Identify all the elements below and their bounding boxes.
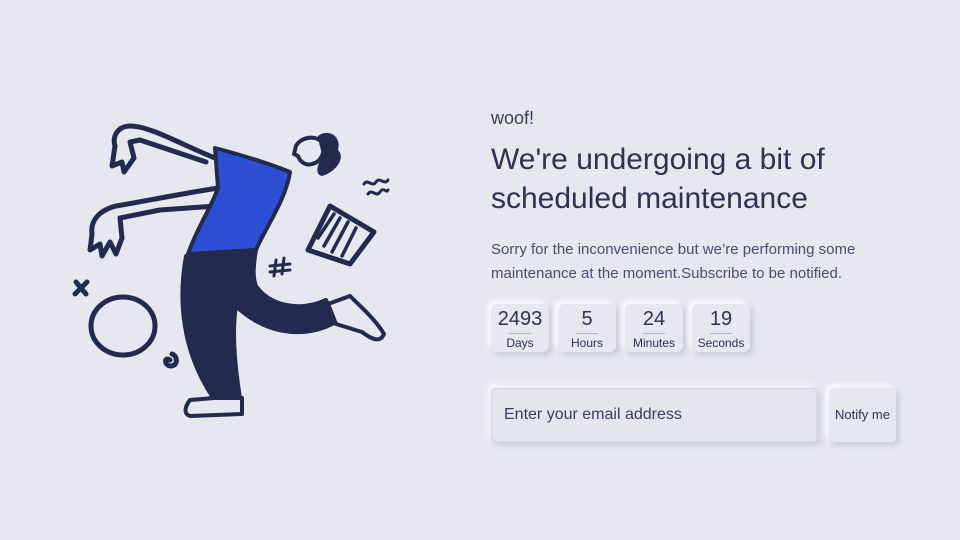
countdown-value: 19 [709, 308, 733, 330]
countdown-seconds: 19 Seconds [692, 304, 750, 352]
divider [710, 333, 732, 334]
countdown-minutes: 24 Minutes [625, 304, 683, 352]
dancing-person-illustration [72, 123, 390, 418]
page-title: We're undergoing a bit of scheduled main… [491, 143, 825, 215]
notify-button[interactable]: Notify me [829, 388, 896, 442]
divider [643, 333, 665, 334]
countdown-label: Hours [570, 336, 603, 350]
countdown-days: 2493 Days [491, 304, 549, 352]
countdown-hours: 5 Hours [558, 304, 616, 352]
divider [509, 333, 531, 334]
countdown-label: Seconds [697, 336, 745, 350]
divider [576, 333, 598, 334]
subtitle-text: Sorry for the inconvenience but we’re pe… [491, 241, 856, 282]
countdown-value: 24 [642, 308, 666, 330]
countdown-label: Minutes [632, 336, 676, 350]
subscribe-form: Notify me [491, 388, 911, 442]
countdown-label: Days [506, 336, 534, 350]
countdown: 2493 Days 5 Hours 24 Minutes 19 Seconds [491, 304, 911, 352]
maintenance-content: woof! We're undergoing a bit of schedule… [491, 106, 911, 442]
eyebrow-text: woof! [491, 108, 535, 128]
countdown-value: 5 [581, 308, 593, 330]
email-input[interactable] [491, 388, 817, 442]
countdown-value: 2493 [497, 308, 543, 330]
